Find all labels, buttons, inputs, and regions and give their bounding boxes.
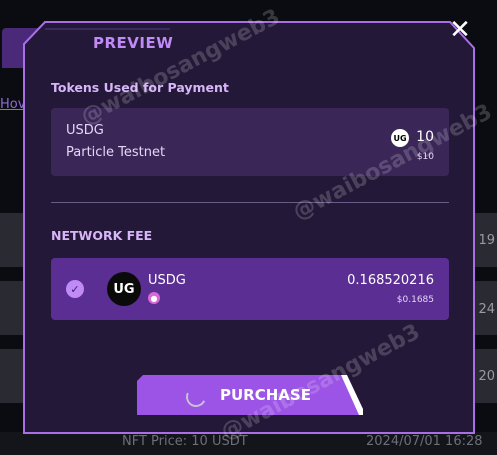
close-button[interactable]: ✕ [448,15,472,45]
check-icon[interactable]: ✓ [66,280,84,298]
network-fee-option[interactable]: ✓ UG USDG ● 0.168520216 $0.1685 [51,258,449,320]
usdg-logo-icon: UG [107,272,141,306]
usdg-token-icon: UG [391,129,409,147]
network-fee-label: NETWORK FEE [51,228,153,243]
section-divider [51,202,449,203]
chain-icon: ● [148,292,160,304]
modal-title: PREVIEW [93,34,174,52]
purchase-button[interactable]: PURCHASE [137,375,363,415]
payment-amount: 10 [416,129,434,145]
payment-usd-value: $10 [416,152,434,162]
payment-token-card: USDG Particle Testnet UG 10 $10 [51,108,449,176]
preview-modal: ✕ PREVIEW Tokens Used for Payment USDG P… [0,0,497,455]
fee-token-name: USDG [148,273,186,288]
close-icon: ✕ [449,15,471,45]
fee-amount: 0.168520216 [347,273,434,288]
purchase-button-label: PURCHASE [220,386,311,404]
payment-network: Particle Testnet [66,145,166,160]
payment-section-label: Tokens Used for Payment [51,80,229,95]
fee-usd-value: $0.1685 [396,295,434,305]
payment-token-name: USDG [66,123,104,138]
